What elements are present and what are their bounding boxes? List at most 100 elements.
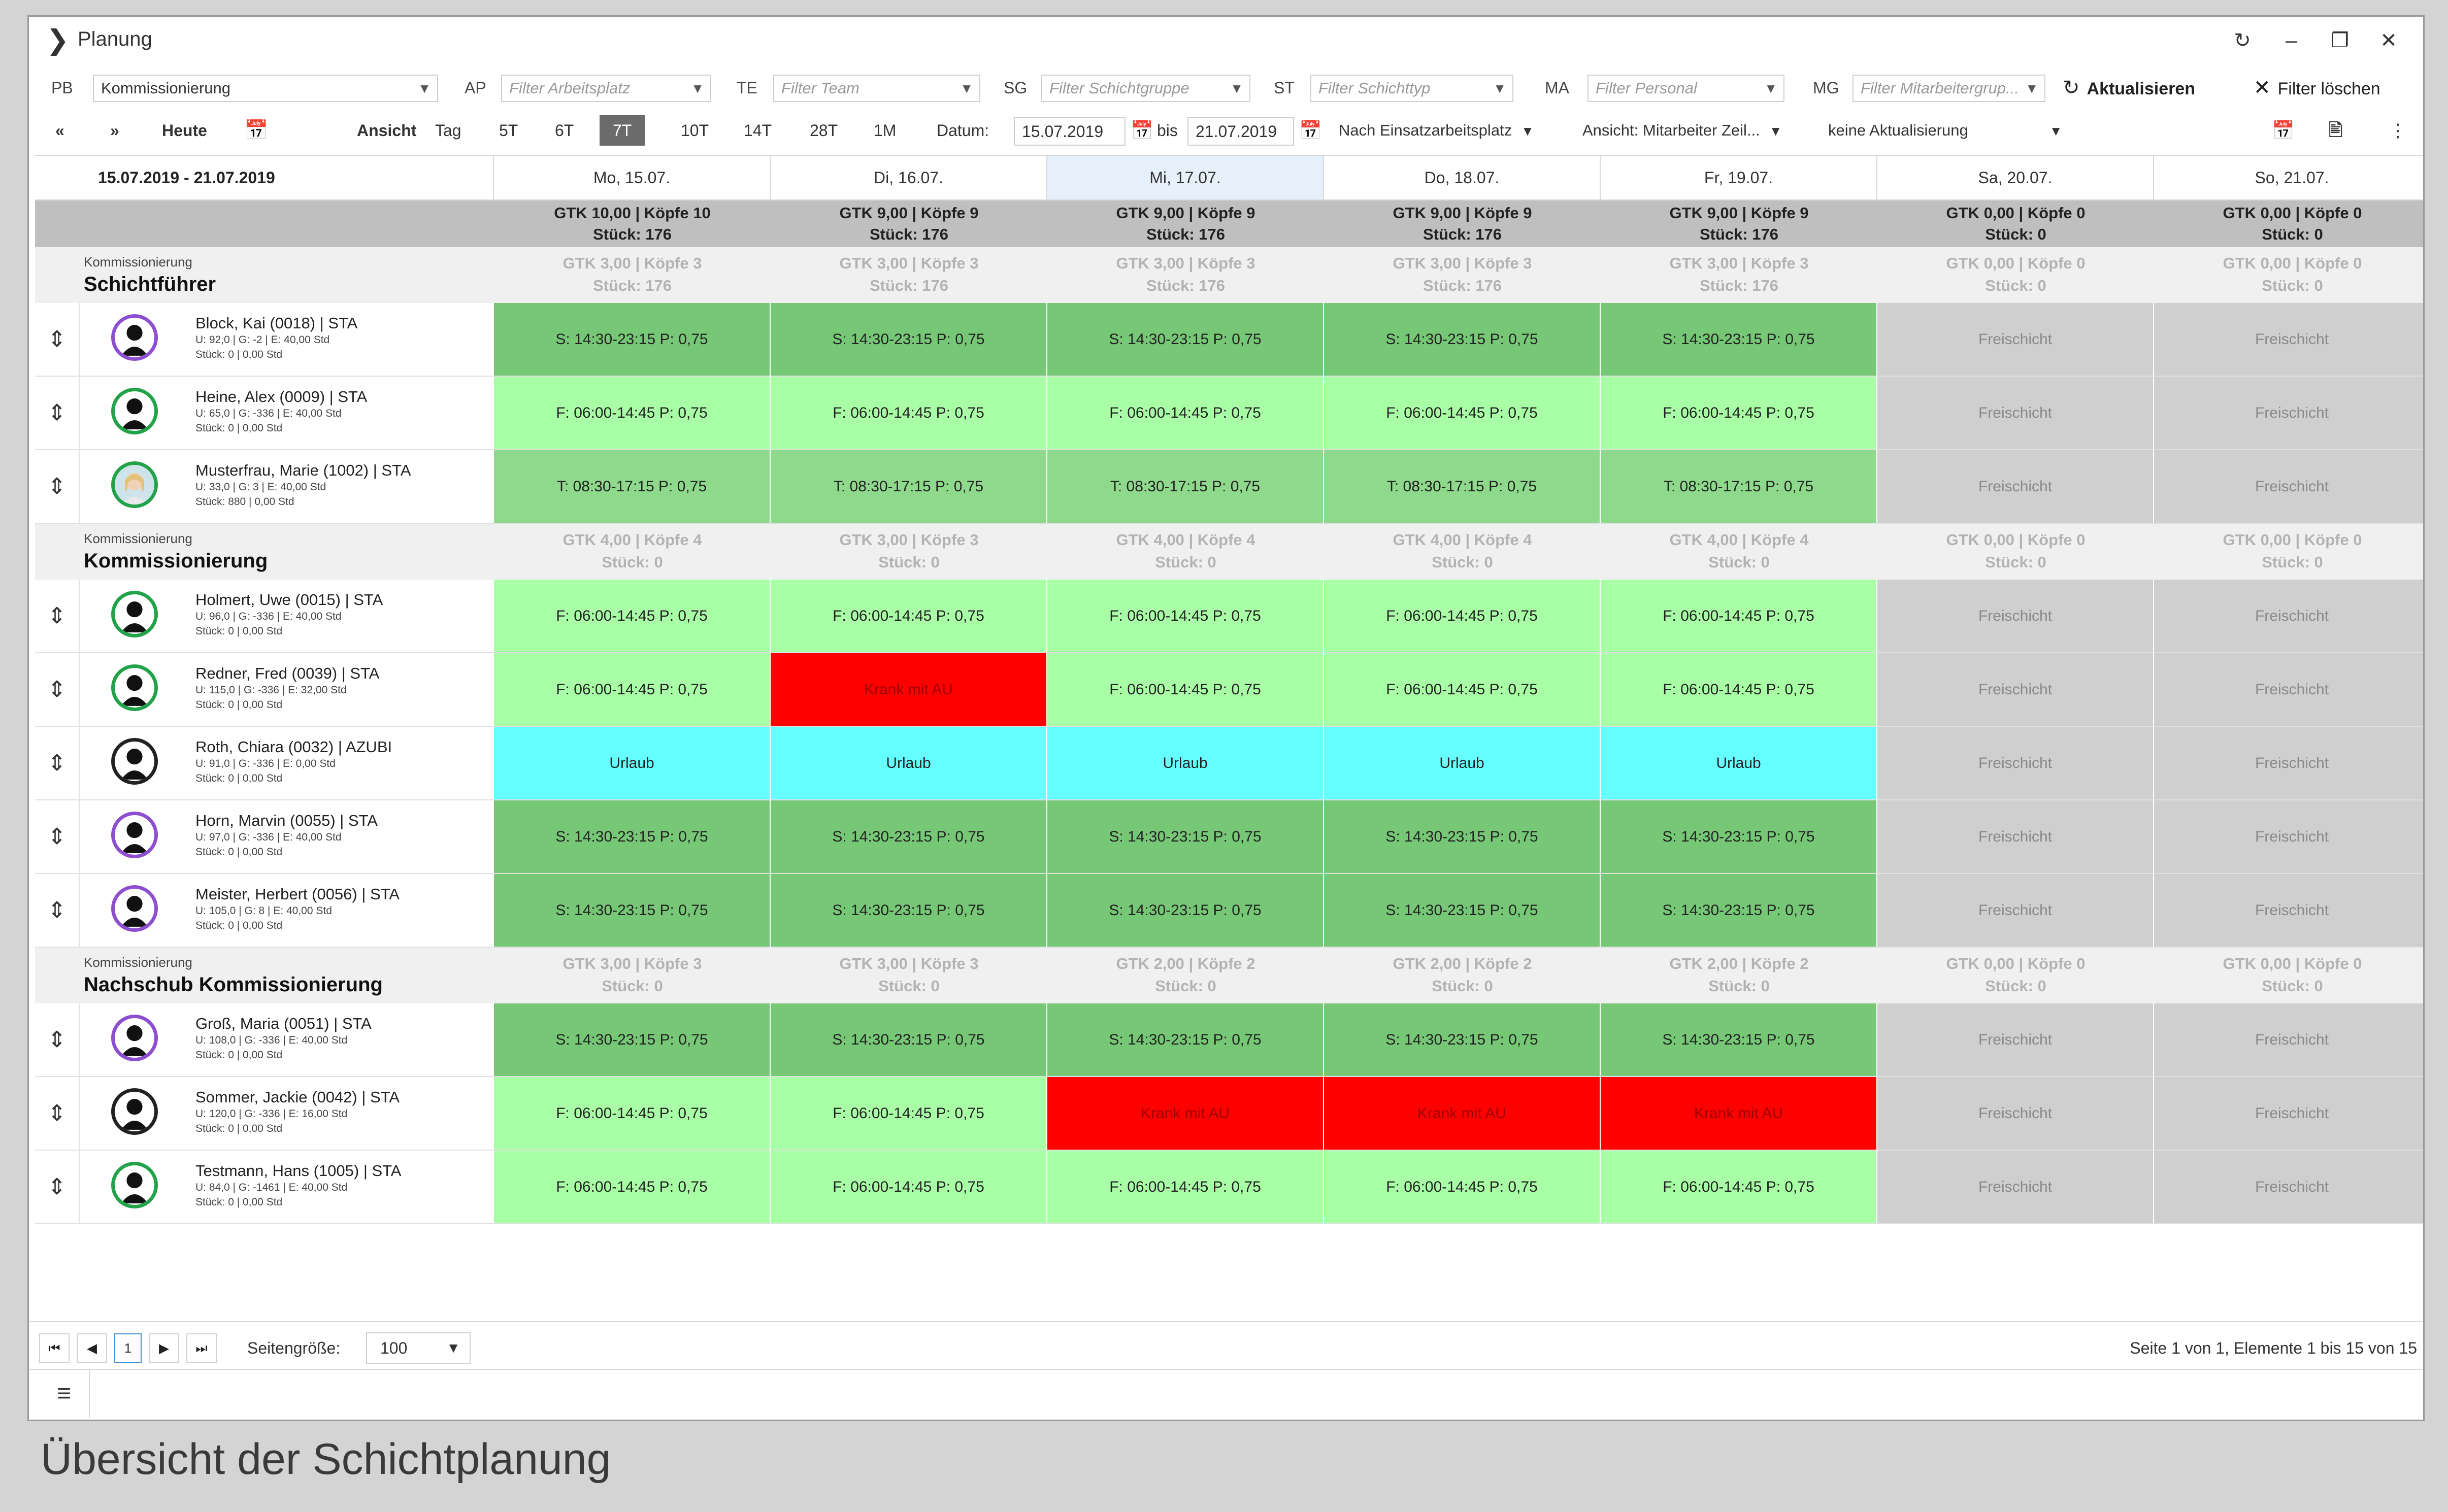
mg-filter[interactable]: Filter Mitarbeitergrup... ▼ <box>1852 75 2045 102</box>
date-from-input[interactable]: 15.07.2019 <box>1014 117 1126 146</box>
shift-cell[interactable]: F: 06:00-14:45 P: 0,75 <box>1324 580 1601 652</box>
page-size-select[interactable]: 100 ▼ <box>366 1332 471 1364</box>
calendar-icon[interactable]: 📅 <box>1131 115 1153 146</box>
employee-name[interactable]: Musterfrau, Marie (1002) | STA <box>195 461 411 480</box>
maximize-icon[interactable]: ❐ <box>2315 23 2364 58</box>
employee-name[interactable]: Block, Kai (0018) | STA <box>195 314 357 332</box>
calendar-icon[interactable]: 📅 <box>244 115 268 146</box>
shift-cell[interactable]: F: 06:00-14:45 P: 0,75 <box>1324 653 1601 726</box>
current-page[interactable]: 1 <box>114 1333 142 1363</box>
te-filter[interactable]: Filter Team ▼ <box>773 75 980 102</box>
employee-name[interactable]: Groß, Maria (0051) | STA <box>195 1015 372 1033</box>
first-page-button[interactable]: ⏮ <box>39 1333 70 1363</box>
shift-cell[interactable]: T: 08:30-17:15 P: 0,75 <box>1047 450 1324 523</box>
today-button[interactable]: Heute <box>162 115 207 146</box>
shift-cell[interactable]: S: 14:30-23:15 P: 0,75 <box>494 303 771 376</box>
shift-cell[interactable]: F: 06:00-14:45 P: 0,75 <box>1047 377 1324 449</box>
drag-handle-icon[interactable]: ⇕ <box>35 874 80 947</box>
avatar[interactable] <box>111 1088 158 1135</box>
pb-select[interactable]: Kommissionierung ▼ <box>93 75 438 102</box>
shift-cell[interactable]: S: 14:30-23:15 P: 0,75 <box>1324 800 1601 873</box>
day-header[interactable]: Sa, 20.07. <box>1877 156 2154 199</box>
shift-cell[interactable]: Freischicht <box>2154 450 2423 523</box>
ma-filter[interactable]: Filter Personal ▼ <box>1587 75 1784 102</box>
shift-cell[interactable]: Freischicht <box>2154 303 2423 376</box>
close-icon[interactable]: ✕ <box>2364 23 2413 58</box>
shift-cell[interactable]: F: 06:00-14:45 P: 0,75 <box>1324 377 1601 449</box>
shift-cell[interactable]: Freischicht <box>2154 653 2423 726</box>
shift-cell[interactable]: Freischicht <box>1877 450 2154 523</box>
avatar[interactable] <box>111 591 158 637</box>
shift-cell[interactable]: T: 08:30-17:15 P: 0,75 <box>1601 450 1877 523</box>
shift-cell[interactable]: Krank mit AU <box>1601 1077 1877 1150</box>
shift-cell[interactable]: S: 14:30-23:15 P: 0,75 <box>771 800 1047 873</box>
shift-cell[interactable]: Freischicht <box>2154 727 2423 799</box>
ap-filter[interactable]: Filter Arbeitsplatz ▼ <box>501 75 711 102</box>
drag-handle-icon[interactable]: ⇕ <box>35 580 80 652</box>
shift-cell[interactable]: F: 06:00-14:45 P: 0,75 <box>494 1077 771 1150</box>
shift-cell[interactable]: Krank mit AU <box>771 653 1047 726</box>
shift-cell[interactable]: F: 06:00-14:45 P: 0,75 <box>494 1151 771 1223</box>
shift-cell[interactable]: F: 06:00-14:45 P: 0,75 <box>1601 377 1877 449</box>
last-page-button[interactable]: ⏭ <box>186 1333 217 1363</box>
range-tag[interactable]: Tag <box>425 115 472 146</box>
shift-cell[interactable]: T: 08:30-17:15 P: 0,75 <box>771 450 1047 523</box>
day-header[interactable]: So, 21.07. <box>2154 156 2423 199</box>
avatar[interactable] <box>111 388 158 434</box>
excel-export-icon[interactable]: 🖹 <box>2329 115 2342 146</box>
avatar[interactable] <box>111 1015 158 1061</box>
shift-cell[interactable]: Freischicht <box>1877 653 2154 726</box>
shift-cell[interactable]: Krank mit AU <box>1324 1077 1601 1150</box>
shift-cell[interactable]: Freischicht <box>1877 874 2154 947</box>
shift-cell[interactable]: S: 14:30-23:15 P: 0,75 <box>494 874 771 947</box>
drag-handle-icon[interactable]: ⇕ <box>35 1077 80 1150</box>
shift-cell[interactable]: F: 06:00-14:45 P: 0,75 <box>1601 653 1877 726</box>
shift-cell[interactable]: S: 14:30-23:15 P: 0,75 <box>1047 303 1324 376</box>
shift-cell[interactable]: S: 14:30-23:15 P: 0,75 <box>494 1003 771 1076</box>
range-10t[interactable]: 10T <box>671 115 719 146</box>
shift-cell[interactable]: T: 08:30-17:15 P: 0,75 <box>1324 450 1601 523</box>
shift-cell[interactable]: S: 14:30-23:15 P: 0,75 <box>1601 874 1877 947</box>
shift-cell[interactable]: Freischicht <box>1877 1077 2154 1150</box>
day-header[interactable]: Mo, 15.07. <box>494 156 771 199</box>
avatar[interactable] <box>111 314 158 361</box>
drag-handle-icon[interactable]: ⇕ <box>35 1003 80 1076</box>
employee-name[interactable]: Sommer, Jackie (0042) | STA <box>195 1088 400 1106</box>
calendar-icon[interactable]: 📅 <box>1299 115 1322 146</box>
shift-cell[interactable]: S: 14:30-23:15 P: 0,75 <box>1601 303 1877 376</box>
refresh-button[interactable]: ↻ Aktualisieren <box>2063 74 2195 103</box>
avatar[interactable] <box>111 664 158 711</box>
range-14t[interactable]: 14T <box>734 115 782 146</box>
drag-handle-icon[interactable]: ⇕ <box>35 800 80 873</box>
shift-cell[interactable]: Freischicht <box>1877 580 2154 652</box>
calendar-export-icon[interactable]: 📅 <box>2272 115 2295 146</box>
st-filter[interactable]: Filter Schichttyp ▼ <box>1310 75 1513 102</box>
prev-button[interactable]: « <box>55 115 64 146</box>
drag-handle-icon[interactable]: ⇕ <box>35 377 80 449</box>
range-1m[interactable]: 1M <box>864 115 906 146</box>
day-header[interactable]: Do, 18.07. <box>1324 156 1601 199</box>
shift-cell[interactable]: S: 14:30-23:15 P: 0,75 <box>1601 1003 1877 1076</box>
avatar[interactable] <box>111 885 158 932</box>
expand-chevron-icon[interactable]: ❯ <box>46 24 69 56</box>
grouping-dropdown[interactable]: Nach Einsatzarbeitsplatz ▼ <box>1339 115 1534 146</box>
range-5t[interactable]: 5T <box>489 115 528 146</box>
view-mode-dropdown[interactable]: Ansicht: Mitarbeiter Zeil... ▼ <box>1582 115 1782 146</box>
drag-handle-icon[interactable]: ⇕ <box>35 653 80 726</box>
shift-cell[interactable]: S: 14:30-23:15 P: 0,75 <box>1047 800 1324 873</box>
menu-icon[interactable]: ≡ <box>39 1370 90 1418</box>
minimize-icon[interactable]: – <box>2267 23 2315 58</box>
shift-cell[interactable]: Freischicht <box>1877 377 2154 449</box>
range-28t[interactable]: 28T <box>800 115 848 146</box>
shift-cell[interactable]: S: 14:30-23:15 P: 0,75 <box>1047 874 1324 947</box>
shift-cell[interactable]: F: 06:00-14:45 P: 0,75 <box>1047 1151 1324 1223</box>
day-header[interactable]: Mi, 17.07. <box>1047 156 1324 199</box>
range-7t[interactable]: 7T <box>600 115 645 146</box>
shift-cell[interactable]: Freischicht <box>2154 1151 2423 1223</box>
shift-cell[interactable]: S: 14:30-23:15 P: 0,75 <box>1324 1003 1601 1076</box>
shift-cell[interactable]: F: 06:00-14:45 P: 0,75 <box>1601 580 1877 652</box>
shift-cell[interactable]: T: 08:30-17:15 P: 0,75 <box>494 450 771 523</box>
shift-cell[interactable]: F: 06:00-14:45 P: 0,75 <box>494 653 771 726</box>
employee-name[interactable]: Testmann, Hans (1005) | STA <box>195 1162 401 1180</box>
shift-cell[interactable]: Urlaub <box>1601 727 1877 799</box>
